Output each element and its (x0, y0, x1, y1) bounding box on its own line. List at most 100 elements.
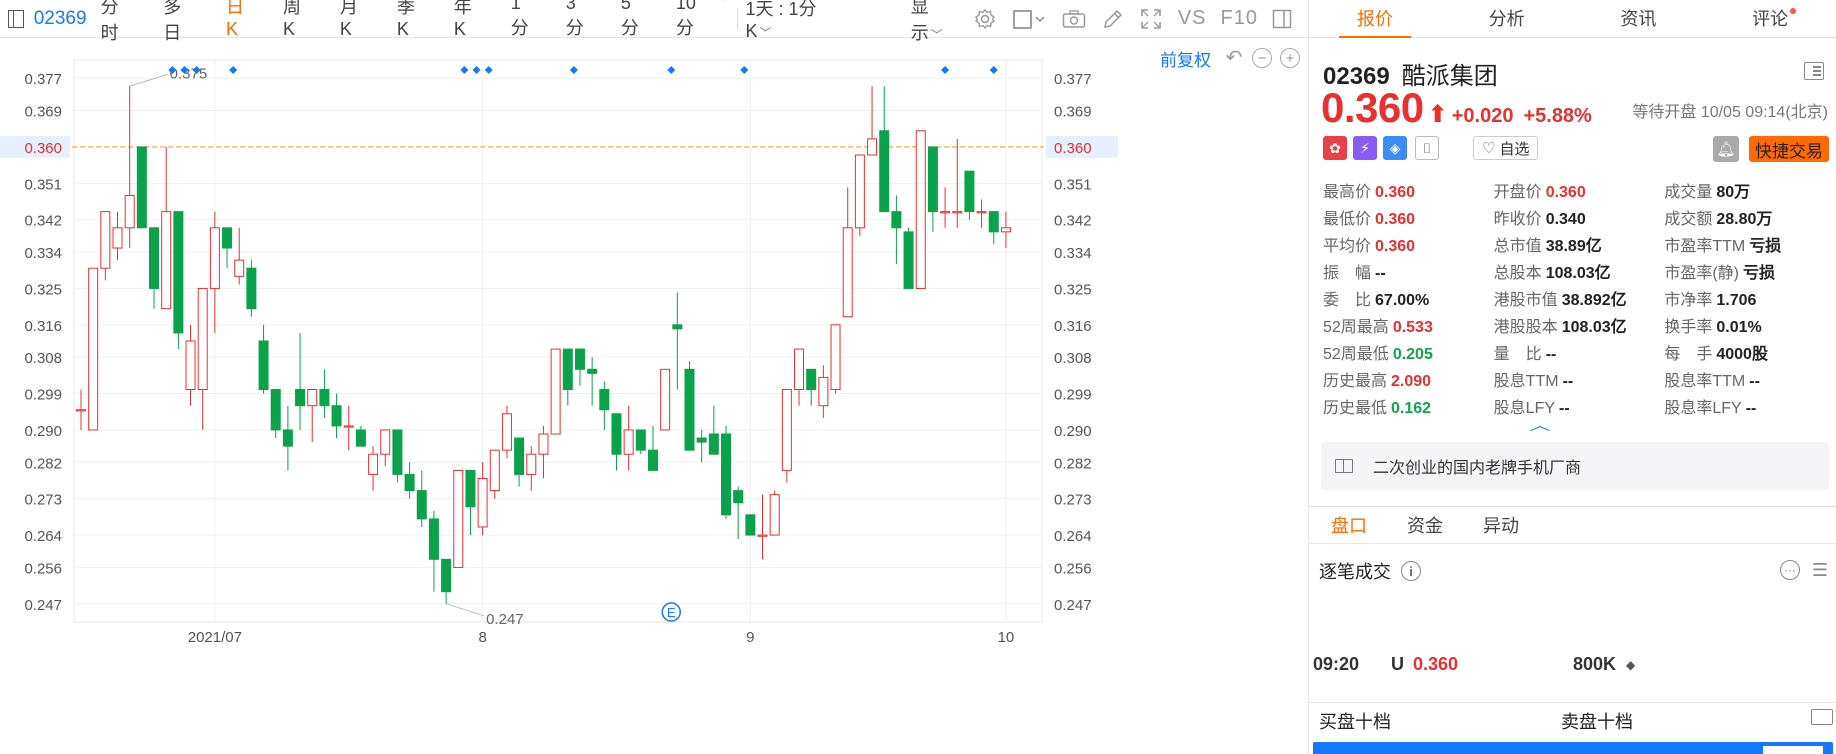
bell-icon[interactable]: 🔔︎ (1713, 136, 1739, 162)
candle-body[interactable] (867, 138, 878, 156)
candle-body[interactable] (197, 287, 208, 391)
candle-body[interactable] (380, 429, 391, 455)
detail-tab-0[interactable]: 盘口 (1331, 512, 1367, 538)
event-diamond-icon[interactable] (472, 66, 481, 74)
kline-chart-canvas[interactable]: 0.377 0.377 0.369 0.369 0.360 0.360 0.351 0.351… (0, 38, 1308, 754)
list-icon[interactable]: ☰ (1812, 560, 1828, 581)
candle-body[interactable] (161, 211, 172, 310)
candle-body[interactable] (501, 413, 512, 451)
candle-body[interactable] (404, 473, 415, 492)
candle-body[interactable] (696, 437, 707, 443)
info-icon[interactable]: i (1401, 561, 1421, 581)
candle-body[interactable] (842, 227, 853, 318)
candle-body[interactable] (222, 227, 233, 249)
candle-body[interactable] (392, 429, 403, 475)
candle-body[interactable] (745, 514, 756, 536)
settings-icon[interactable] (974, 8, 996, 30)
event-diamond-icon[interactable] (941, 66, 950, 74)
candle-body[interactable] (647, 449, 658, 471)
candle-body[interactable] (307, 389, 318, 407)
candle-body[interactable] (282, 429, 293, 447)
rectangle-draw-icon[interactable] (1012, 8, 1046, 30)
detail-tab-2[interactable]: 异动 (1483, 512, 1519, 538)
candle-body[interactable] (441, 558, 452, 593)
candle-body[interactable] (209, 227, 220, 289)
candle-body[interactable] (769, 494, 780, 536)
candle-body[interactable] (684, 368, 695, 451)
sidebar-toggle-icon[interactable] (8, 9, 24, 28)
candle-body[interactable] (246, 267, 257, 310)
camera-icon[interactable] (1062, 9, 1086, 29)
candle-body[interactable] (185, 340, 196, 391)
candle-body[interactable] (915, 130, 926, 289)
candle-body[interactable] (100, 211, 111, 269)
bookmark-icon[interactable]: ⌷ (1415, 136, 1439, 160)
fullscreen-icon[interactable] (1140, 8, 1162, 30)
add-watchlist-button[interactable]: ♡ 自选 (1473, 136, 1539, 160)
candle-body[interactable] (733, 490, 744, 504)
event-diamond-icon[interactable] (989, 66, 998, 74)
candle-body[interactable] (587, 368, 598, 374)
candle-body[interactable] (623, 429, 634, 455)
adjust-mode-button[interactable]: 前复权 (1160, 46, 1211, 71)
candle-body[interactable] (891, 211, 902, 229)
candle-body[interactable] (149, 227, 160, 289)
candle-body[interactable] (526, 453, 537, 475)
candle-body[interactable] (477, 477, 488, 528)
candle-body[interactable] (355, 429, 366, 447)
candle-body[interactable] (124, 194, 135, 229)
event-diamond-icon[interactable] (229, 66, 238, 74)
candle-body[interactable] (952, 211, 963, 214)
hk-flag-icon[interactable]: ✿ (1323, 136, 1347, 160)
stock-code-link[interactable]: 02369 (34, 8, 87, 30)
event-diamond-icon[interactable] (569, 66, 578, 74)
vs-compare-button[interactable]: VS (1178, 7, 1207, 30)
candle-body[interactable] (416, 490, 427, 520)
book-toggle-icon[interactable] (1811, 709, 1833, 725)
candle-body[interactable] (708, 433, 719, 455)
candle-body[interactable] (453, 469, 464, 568)
candle-body[interactable] (927, 146, 938, 213)
tag-icon[interactable]: ◈ (1383, 136, 1407, 160)
candle-body[interactable] (258, 340, 269, 391)
candle-body[interactable] (879, 130, 890, 213)
detail-tab-1[interactable]: 资金 (1407, 512, 1443, 538)
more-options-icon[interactable]: ··· (1779, 560, 1800, 580)
candle-body[interactable] (611, 413, 622, 455)
candle-body[interactable] (806, 368, 817, 391)
candle-body[interactable] (331, 405, 342, 427)
candle-body[interactable] (234, 259, 245, 277)
candle-body[interactable] (757, 534, 768, 537)
zoom-out-icon[interactable]: − (1252, 48, 1272, 68)
candle-body[interactable] (830, 324, 841, 391)
panel-icon[interactable] (1272, 9, 1292, 29)
candle-body[interactable] (514, 437, 525, 475)
panel-tab-0[interactable]: 报价 (1309, 0, 1441, 38)
candle-body[interactable] (854, 154, 865, 229)
quick-trade-button[interactable]: 快捷交易 (1749, 136, 1829, 162)
candle-body[interactable] (270, 389, 281, 431)
candle-body[interactable] (489, 449, 500, 492)
event-diamond-icon[interactable] (740, 66, 749, 74)
undo-icon[interactable]: ↶ (1224, 48, 1244, 68)
company-description[interactable]: 二次创业的国内老牌手机厂商 (1321, 442, 1829, 490)
zoom-in-icon[interactable]: + (1280, 48, 1300, 68)
panel-tab-2[interactable]: 资讯 (1573, 0, 1705, 37)
candle-body[interactable] (1000, 227, 1011, 233)
candle-body[interactable] (781, 389, 792, 471)
candle-body[interactable] (173, 211, 184, 334)
candle-body[interactable] (136, 146, 147, 229)
candle-body[interactable] (88, 267, 99, 431)
candle-body[interactable] (976, 211, 987, 214)
event-diamond-icon[interactable] (667, 66, 676, 74)
candle-body[interactable] (343, 425, 354, 428)
candle-body[interactable] (465, 469, 476, 508)
candle-body[interactable] (295, 389, 306, 407)
candle-body[interactable] (538, 433, 549, 455)
candle-body[interactable] (964, 170, 975, 213)
candle-body[interactable] (76, 409, 86, 412)
candle-body[interactable] (368, 453, 379, 475)
candle-body[interactable] (112, 227, 123, 249)
collapse-chevron-icon[interactable]: ︿ (1530, 415, 1551, 435)
candle-body[interactable] (672, 324, 683, 330)
